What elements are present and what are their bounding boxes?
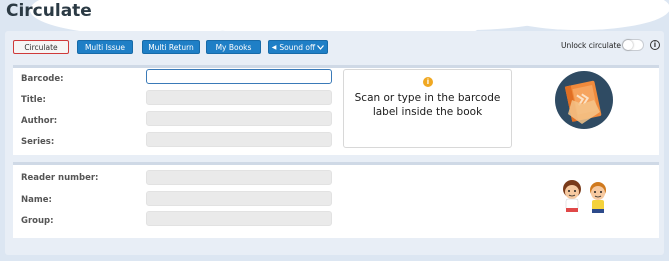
author-field (146, 111, 332, 126)
unlock-circulate-toggle[interactable] (622, 39, 644, 51)
children-illustration (563, 180, 606, 213)
author-label: Author: (21, 116, 58, 126)
series-label: Series: (21, 137, 55, 147)
page-title: Circulate (6, 1, 92, 21)
multi-return-button[interactable]: Multi Return (142, 40, 200, 54)
barcode-input[interactable] (146, 69, 332, 84)
title-label: Title: (21, 95, 46, 105)
toggle-knob (623, 40, 633, 50)
book-card: Barcode: Title: Author: Series: i Scan o… (13, 65, 659, 155)
barcode-hint-box: i Scan or type in the barcode label insi… (343, 69, 512, 148)
warning-icon: i (423, 77, 433, 87)
series-field (146, 132, 332, 147)
info-icon[interactable]: i (650, 40, 660, 50)
reader-group-label: Group: (21, 216, 54, 226)
unlock-circulate-label: Unlock circulate (561, 41, 622, 50)
toolbar: Circulate Multi Issue Multi Return My Bo… (5, 31, 664, 57)
reader-name-label: Name: (21, 195, 52, 205)
reader-name-field (146, 191, 332, 206)
sound-toggle-button[interactable]: ◀ Sound off (268, 40, 328, 54)
reader-number-field (146, 170, 332, 185)
barcode-hint-text: Scan or type in the barcode label inside… (354, 92, 501, 118)
multi-issue-button[interactable]: Multi Issue (77, 40, 133, 54)
reader-group-field (146, 211, 332, 226)
my-books-button[interactable]: My Books (206, 40, 261, 54)
title-field (146, 90, 332, 105)
circulate-button[interactable]: Circulate (13, 40, 69, 54)
sound-label: Sound off (279, 42, 316, 52)
barcode-label: Barcode: (21, 74, 64, 84)
circulate-panel: Circulate Multi Issue Multi Return My Bo… (5, 31, 664, 255)
speaker-icon: ◀ (271, 43, 277, 51)
reader-card: Reader number: Name: Group: (13, 162, 659, 238)
chevron-down-icon (317, 43, 325, 52)
reader-number-label: Reader number: (21, 173, 99, 183)
book-illustration (555, 71, 613, 129)
